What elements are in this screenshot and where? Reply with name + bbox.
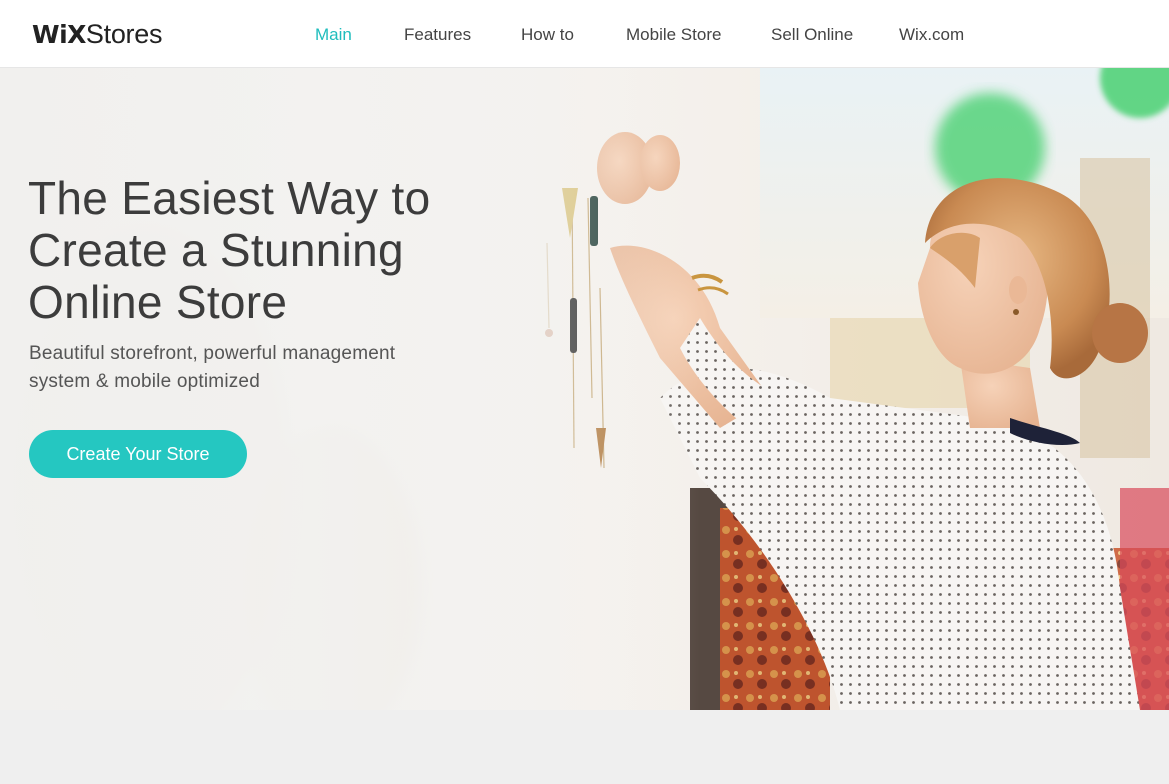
hero-title-line-3: Online Store bbox=[28, 276, 288, 328]
top-header: WiX Stores Main Features How to Mobile S… bbox=[0, 0, 1169, 68]
nav-sell-online[interactable]: Sell Online bbox=[771, 24, 853, 46]
hero-title-line-1: The Easiest Way to bbox=[28, 172, 431, 224]
nav-main[interactable]: Main bbox=[315, 24, 352, 46]
create-store-button[interactable]: Create Your Store bbox=[29, 430, 247, 478]
hero-subtitle-line-2: system & mobile optimized bbox=[29, 371, 260, 392]
nav-how-to[interactable]: How to bbox=[521, 24, 574, 46]
hero-title-line-2: Create a Stunning bbox=[28, 224, 404, 276]
main-nav: Main Features How to Mobile Store Sell O… bbox=[0, 24, 1169, 46]
nav-mobile-store[interactable]: Mobile Store bbox=[626, 24, 721, 46]
hero-title: The Easiest Way to Create a Stunning Onl… bbox=[28, 172, 548, 328]
hero-subtitle-line-1: Beautiful storefront, powerful managemen… bbox=[29, 343, 396, 364]
nav-wix-com[interactable]: Wix.com bbox=[899, 24, 964, 46]
hero-section: The Easiest Way to Create a Stunning Onl… bbox=[0, 68, 1169, 710]
below-hero-band bbox=[0, 710, 1169, 784]
nav-features[interactable]: Features bbox=[404, 24, 471, 46]
hero-subtitle: Beautiful storefront, powerful managemen… bbox=[29, 340, 449, 396]
